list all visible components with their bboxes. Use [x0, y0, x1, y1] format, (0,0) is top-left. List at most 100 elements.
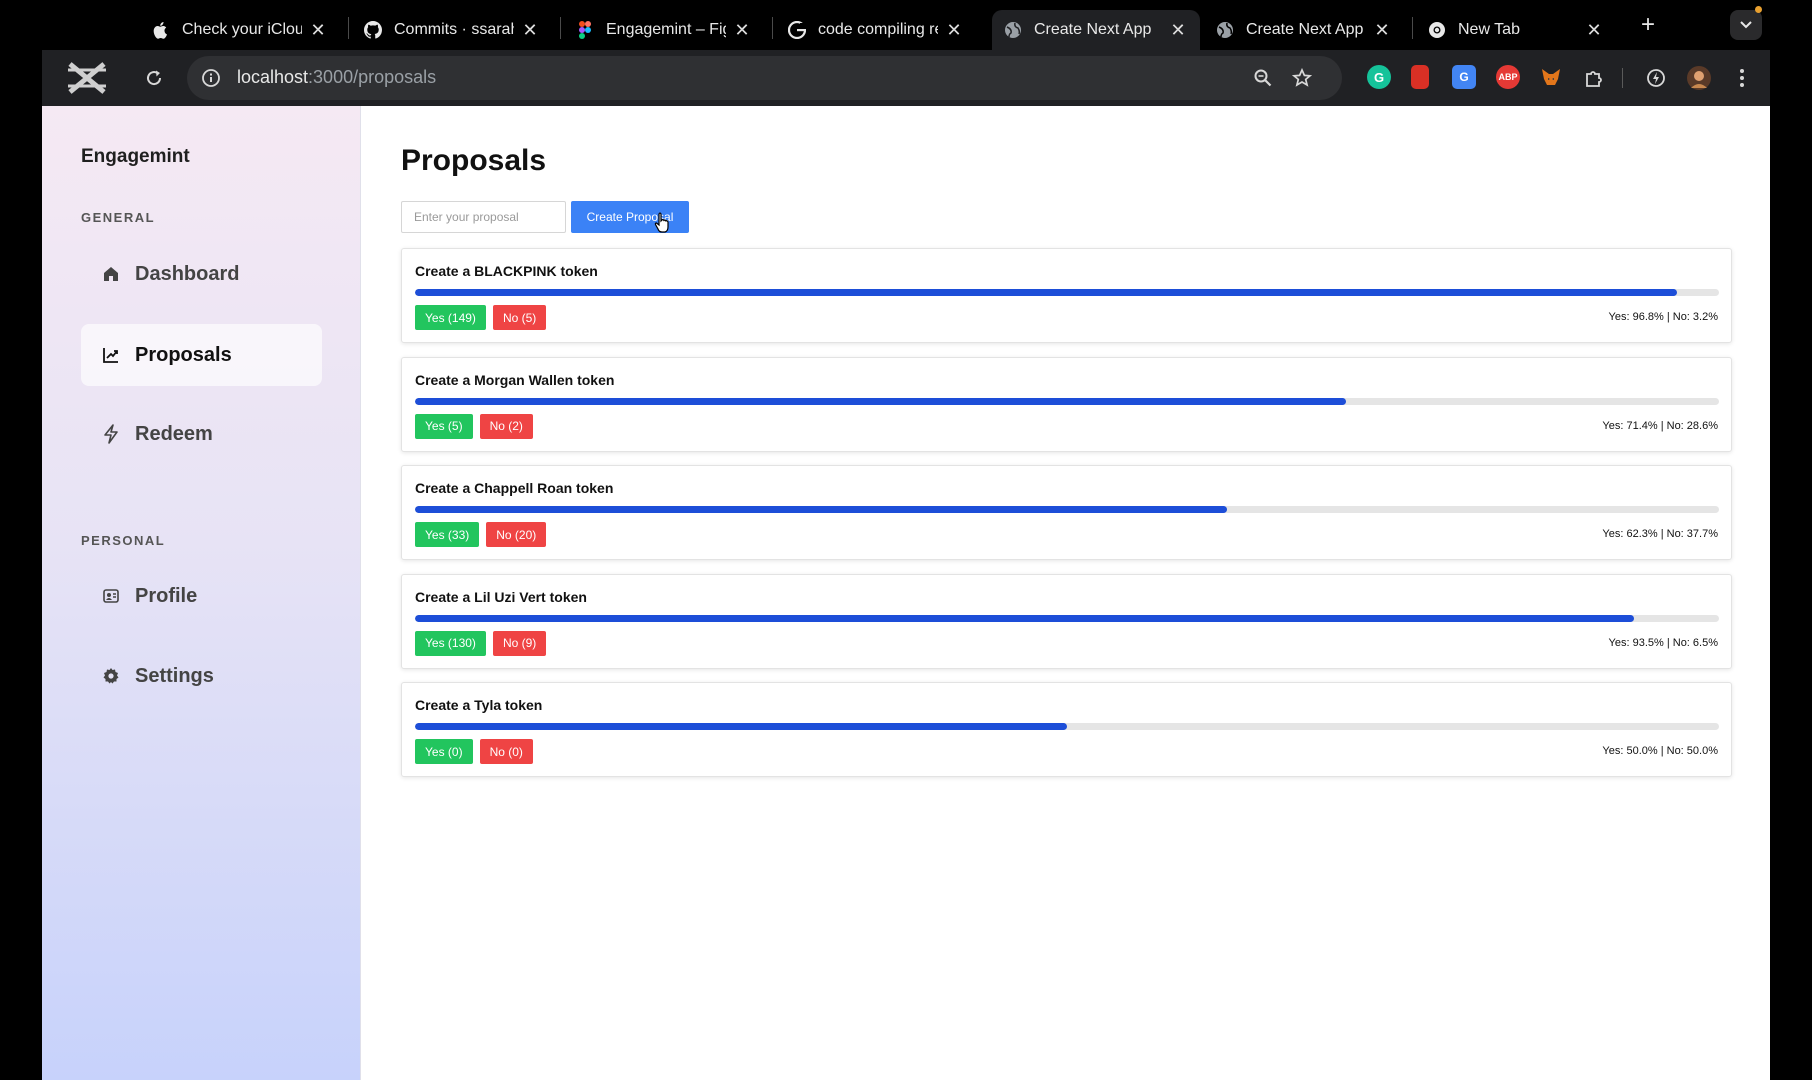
vote-percentages: Yes: 71.4% | No: 28.6%: [1602, 419, 1718, 432]
page-title: Proposals: [401, 144, 547, 177]
tab-title: Commits · ssarahm: [394, 21, 514, 38]
vote-yes-button[interactable]: Yes (5): [415, 413, 473, 439]
close-icon[interactable]: ✕: [1170, 20, 1186, 41]
proposal-card: Create a BLACKPINK token Yes (149) No (5) Y…: [401, 248, 1732, 343]
vote-no-button[interactable]: No (2): [479, 413, 533, 439]
vote-progress-fill: [415, 614, 1635, 622]
vote-progress-bar: [415, 723, 1719, 730]
vote-yes-button[interactable]: Yes (0): [415, 739, 473, 764]
sidebar-item-redeem[interactable]: Redeem: [81, 403, 322, 465]
globe-icon: [1216, 21, 1234, 39]
tab-title: Engagemint – Figm: [606, 21, 726, 38]
sidebar-item-settings[interactable]: Settings: [81, 645, 322, 707]
github-icon: [364, 21, 382, 39]
vote-progress-bar: [415, 506, 1719, 513]
metamask-icon[interactable]: [1539, 65, 1563, 89]
proposal-input[interactable]: [401, 201, 566, 233]
tab-title: code compiling rea: [818, 21, 938, 38]
sidebar-item-label: Proposals: [135, 343, 232, 366]
proposal-title: Create a Chappell Roan token: [415, 480, 614, 496]
chevron-down-icon: [1740, 21, 1752, 29]
bookmark-ext-icon[interactable]: [1411, 65, 1429, 89]
section-label-personal: PERSONAL: [81, 533, 166, 548]
sidebar-item-profile[interactable]: Profile: [81, 565, 322, 627]
browser-tab[interactable]: code compiling rea ✕: [776, 10, 976, 50]
vote-percentages: Yes: 50.0% | No: 50.0%: [1602, 745, 1718, 757]
browser-tab[interactable]: Check your iCloud ✕: [140, 10, 340, 50]
proposal-title: Create a Morgan Wallen token: [415, 371, 615, 388]
vote-progress-bar: [415, 397, 1719, 405]
vote-progress-bar: [415, 289, 1719, 296]
sidebar-item-label: Profile: [135, 584, 198, 607]
browser-tab[interactable]: Create Next App ✕: [1204, 10, 1404, 50]
proposal-list: Create a BLACKPINK token Yes (149) No (5) Y…: [401, 248, 1732, 791]
chrome-icon: [1428, 21, 1446, 39]
profile-icon: [101, 586, 121, 606]
proposal-card: Create a Lil Uzi Vert token Yes (130) No (…: [401, 573, 1732, 669]
close-icon[interactable]: ✕: [1374, 20, 1390, 41]
close-icon[interactable]: ✕: [734, 20, 750, 41]
browser-tab[interactable]: New Tab ✕: [1416, 10, 1616, 50]
vote-yes-button[interactable]: Yes (33): [415, 522, 480, 547]
hand-cursor-icon: [654, 212, 669, 233]
sidebar-item-label: Dashboard: [135, 262, 240, 285]
vote-no-button[interactable]: No (0): [479, 739, 533, 764]
more-vertical-icon[interactable]: [1728, 64, 1756, 92]
address-bar[interactable]: localhost:3000/proposals: [187, 56, 1342, 100]
vote-yes-button[interactable]: Yes (149): [415, 305, 486, 330]
translate-icon[interactable]: G: [1452, 65, 1476, 89]
tab-title: Check your iCloud: [182, 21, 302, 38]
apple-icon: [152, 21, 170, 39]
avatar[interactable]: [1685, 64, 1713, 92]
tab-search-button[interactable]: [1730, 10, 1762, 40]
vote-buttons: Yes (130) No (9): [415, 630, 547, 656]
gear-icon: [101, 666, 121, 686]
vote-no-button[interactable]: No (9): [492, 630, 547, 656]
vote-percentages: Yes: 62.3% | No: 37.7%: [1602, 528, 1718, 540]
close-icon[interactable]: ✕: [310, 20, 326, 41]
vote-no-button[interactable]: No (5): [492, 305, 547, 330]
vote-buttons: Yes (149) No (5): [415, 305, 547, 330]
vote-percentages: Yes: 93.5% | No: 6.5%: [1608, 636, 1718, 649]
browser-tab[interactable]: Commits · ssarahm ✕: [352, 10, 552, 50]
grammarly-icon[interactable]: G: [1367, 65, 1391, 89]
url-text: localhost:3000/proposals: [237, 67, 437, 87]
browser-tab-active[interactable]: Create Next App ✕: [992, 10, 1200, 50]
close-icon[interactable]: ✕: [1586, 20, 1602, 41]
home-icon: [101, 264, 121, 284]
browser-tab[interactable]: Engagemint – Figm ✕: [564, 10, 764, 50]
close-icon[interactable]: ✕: [522, 20, 538, 41]
vote-no-button[interactable]: No (20): [486, 522, 547, 547]
performance-icon[interactable]: [1642, 64, 1670, 92]
adblock-icon[interactable]: ABP: [1496, 65, 1520, 89]
sidebar: Engagemint GENERAL Dashboard Proposals R…: [42, 106, 361, 1080]
close-icon[interactable]: ✕: [946, 20, 962, 41]
vote-yes-button[interactable]: Yes (130): [415, 630, 486, 656]
proposal-card: Create a Chappell Roan token Yes (33) No (…: [401, 465, 1732, 560]
site-info-icon[interactable]: [201, 68, 221, 88]
zoom-icon[interactable]: [1252, 67, 1274, 89]
proposal-card: Create a Tyla token Yes (0) No (0) Yes: 50.…: [401, 682, 1732, 777]
vote-progress-fill: [415, 723, 1067, 730]
bookmark-star-icon[interactable]: [1291, 67, 1313, 89]
reload-icon[interactable]: [140, 64, 168, 92]
vote-buttons: Yes (33) No (20): [415, 522, 547, 547]
tab-title: Create Next App: [1246, 21, 1364, 38]
back-icon[interactable]: [60, 56, 114, 100]
proposal-title: Create a Tyla token: [415, 697, 543, 713]
extensions-puzzle-icon[interactable]: [1580, 64, 1608, 92]
google-icon: [788, 21, 806, 39]
new-tab-button[interactable]: +: [1636, 10, 1660, 40]
app: Engagemint GENERAL Dashboard Proposals R…: [42, 106, 1770, 1080]
browser-toolbar: localhost:3000/proposals G G ABP: [42, 50, 1770, 106]
proposal-title: Create a Lil Uzi Vert token: [415, 588, 587, 605]
sidebar-item-proposals[interactable]: Proposals: [81, 324, 322, 386]
globe-icon: [1004, 21, 1022, 39]
vote-buttons: Yes (0) No (0): [415, 739, 533, 764]
vote-progress-fill: [415, 397, 1347, 405]
vote-progress-bar: [415, 614, 1719, 622]
sidebar-item-dashboard[interactable]: Dashboard: [81, 243, 322, 305]
vote-progress-fill: [415, 506, 1228, 513]
sidebar-item-label: Redeem: [135, 422, 213, 445]
tab-title: New Tab: [1458, 21, 1520, 38]
